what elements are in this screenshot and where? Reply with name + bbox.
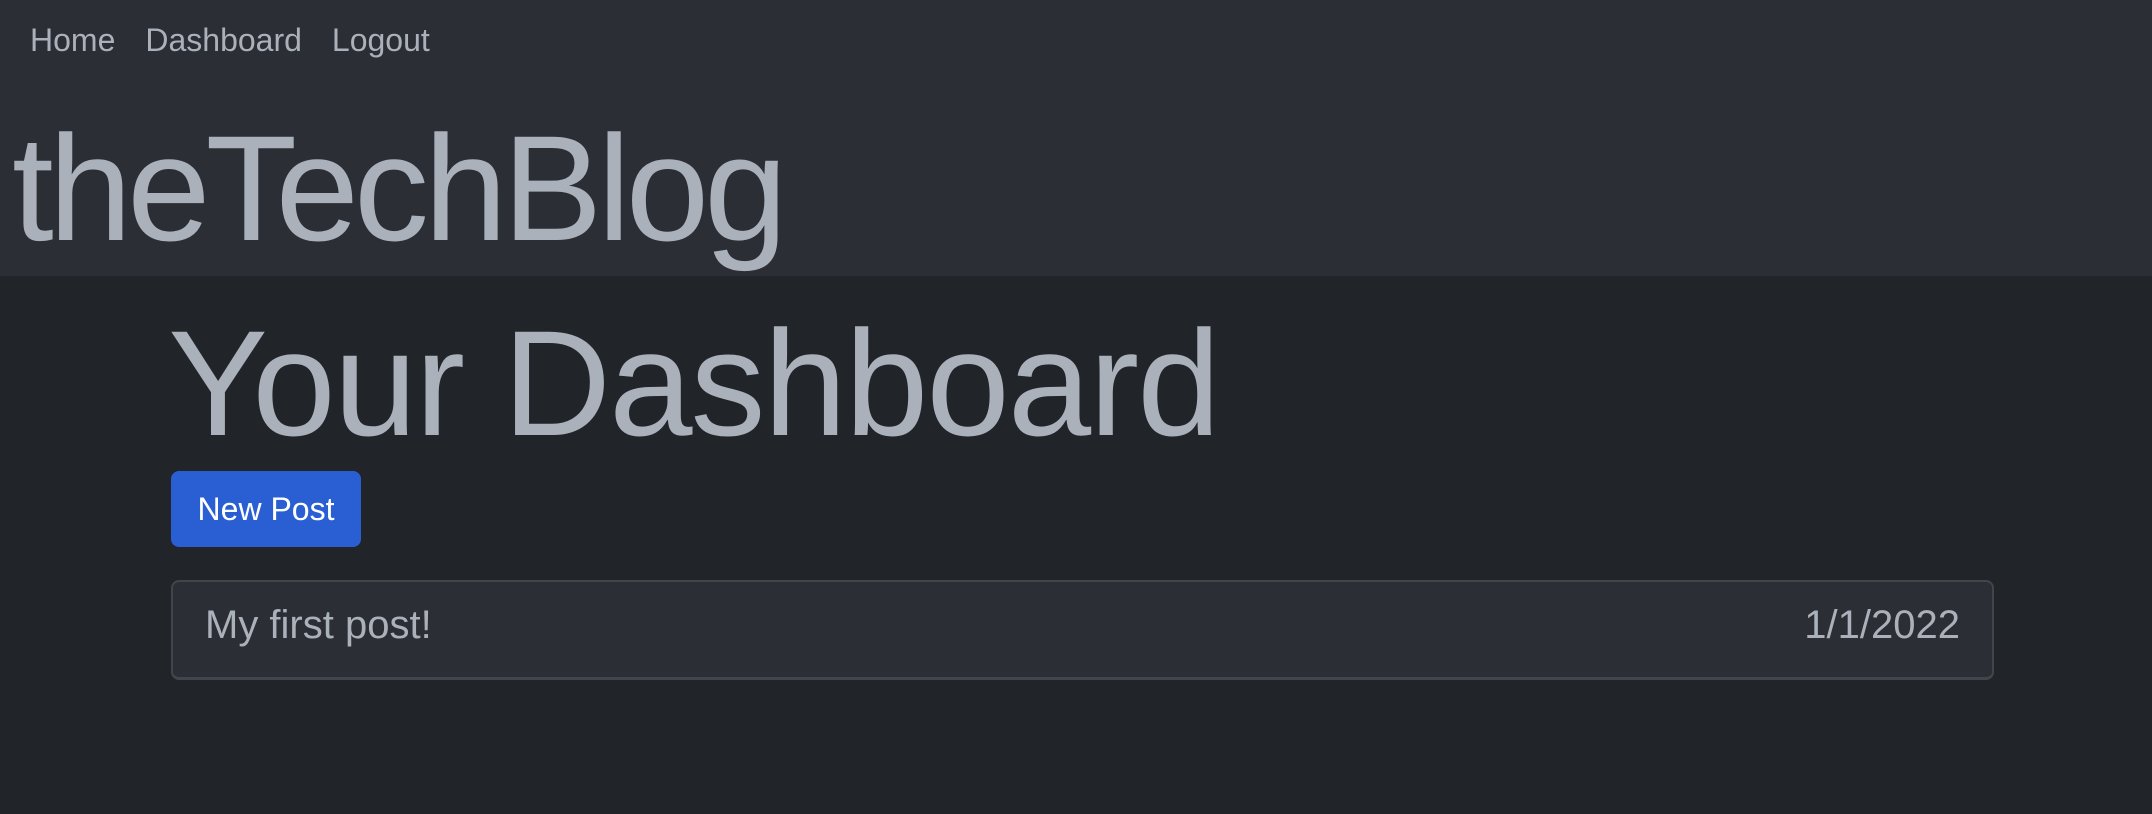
site-brand-title: theTechBlog — [12, 104, 788, 272]
nav-link-home[interactable]: Home — [0, 18, 130, 62]
post-card[interactable]: My first post! 1/1/2022 — [171, 580, 1994, 680]
nav-link-dashboard[interactable]: Dashboard — [130, 18, 317, 62]
post-date: 1/1/2022 — [1804, 603, 1960, 647]
page-title: Your Dashboard — [168, 299, 1221, 467]
nav-link-logout[interactable]: Logout — [317, 18, 445, 62]
post-title: My first post! — [205, 603, 432, 647]
new-post-button[interactable]: New Post — [171, 471, 361, 547]
top-nav: Home Dashboard Logout — [0, 18, 445, 62]
site-header: Home Dashboard Logout theTechBlog — [0, 0, 2152, 276]
